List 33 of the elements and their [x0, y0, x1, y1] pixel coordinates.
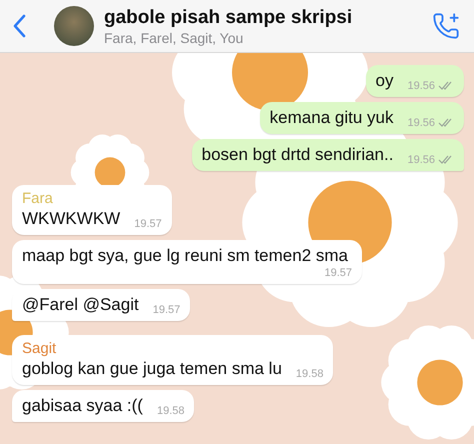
message-bubble[interactable]: Sagit goblog kan gue juga temen sma lu 19.58: [12, 335, 334, 385]
message-time: 19.56: [407, 80, 435, 92]
message-text: WKWKWKW: [22, 208, 120, 230]
message-bubble[interactable]: gabisaa syaa :(( 19.58: [12, 390, 194, 422]
message-bubble[interactable]: bosen bgt drtd sendirian.. 19.56: [192, 139, 464, 171]
message-bubble[interactable]: oy 19.56: [366, 65, 464, 97]
message-bubble[interactable]: kemana gitu yuk 19.56: [260, 102, 464, 134]
back-icon: [12, 14, 26, 38]
phone-plus-icon: [432, 12, 460, 40]
message-time: 19.58: [296, 368, 324, 380]
message-text: kemana gitu yuk: [270, 107, 394, 129]
message-text: maap bgt sya, gue lg reuni sm temen2 sma: [22, 245, 348, 267]
message-time: 19.57: [152, 304, 180, 316]
sender-name: Sagit: [22, 340, 58, 357]
message-bubble[interactable]: maap bgt sya, gue lg reuni sm temen2 sma 19.57: [12, 240, 362, 284]
chat-title: gabole pisah sampe skripsi: [104, 6, 354, 28]
avatar[interactable]: [54, 6, 94, 46]
message-bubble[interactable]: @Farel @Sagit 19.57: [12, 289, 190, 321]
message-time: 19.56: [407, 154, 435, 166]
message-text: bosen bgt drtd sendirian..: [202, 144, 394, 166]
back-button[interactable]: [12, 14, 26, 38]
message-time: 19.58: [156, 405, 184, 417]
message-text: goblog kan gue juga temen sma lu: [22, 358, 282, 380]
message-text: gabisaa syaa :((: [22, 395, 143, 417]
message-text: oy: [376, 70, 394, 92]
chat-members: Fara, Farel, Sagit, You: [104, 30, 244, 46]
message-time: 19.56: [407, 117, 435, 129]
message-bubble[interactable]: Fara WKWKWKW 19.57: [12, 185, 172, 235]
message-time: 19.57: [134, 218, 162, 230]
add-call-button[interactable]: [432, 12, 460, 40]
message-text: @Farel @Sagit: [22, 294, 139, 316]
sender-name: Fara: [22, 190, 54, 207]
message-time: 19.57: [324, 267, 352, 279]
